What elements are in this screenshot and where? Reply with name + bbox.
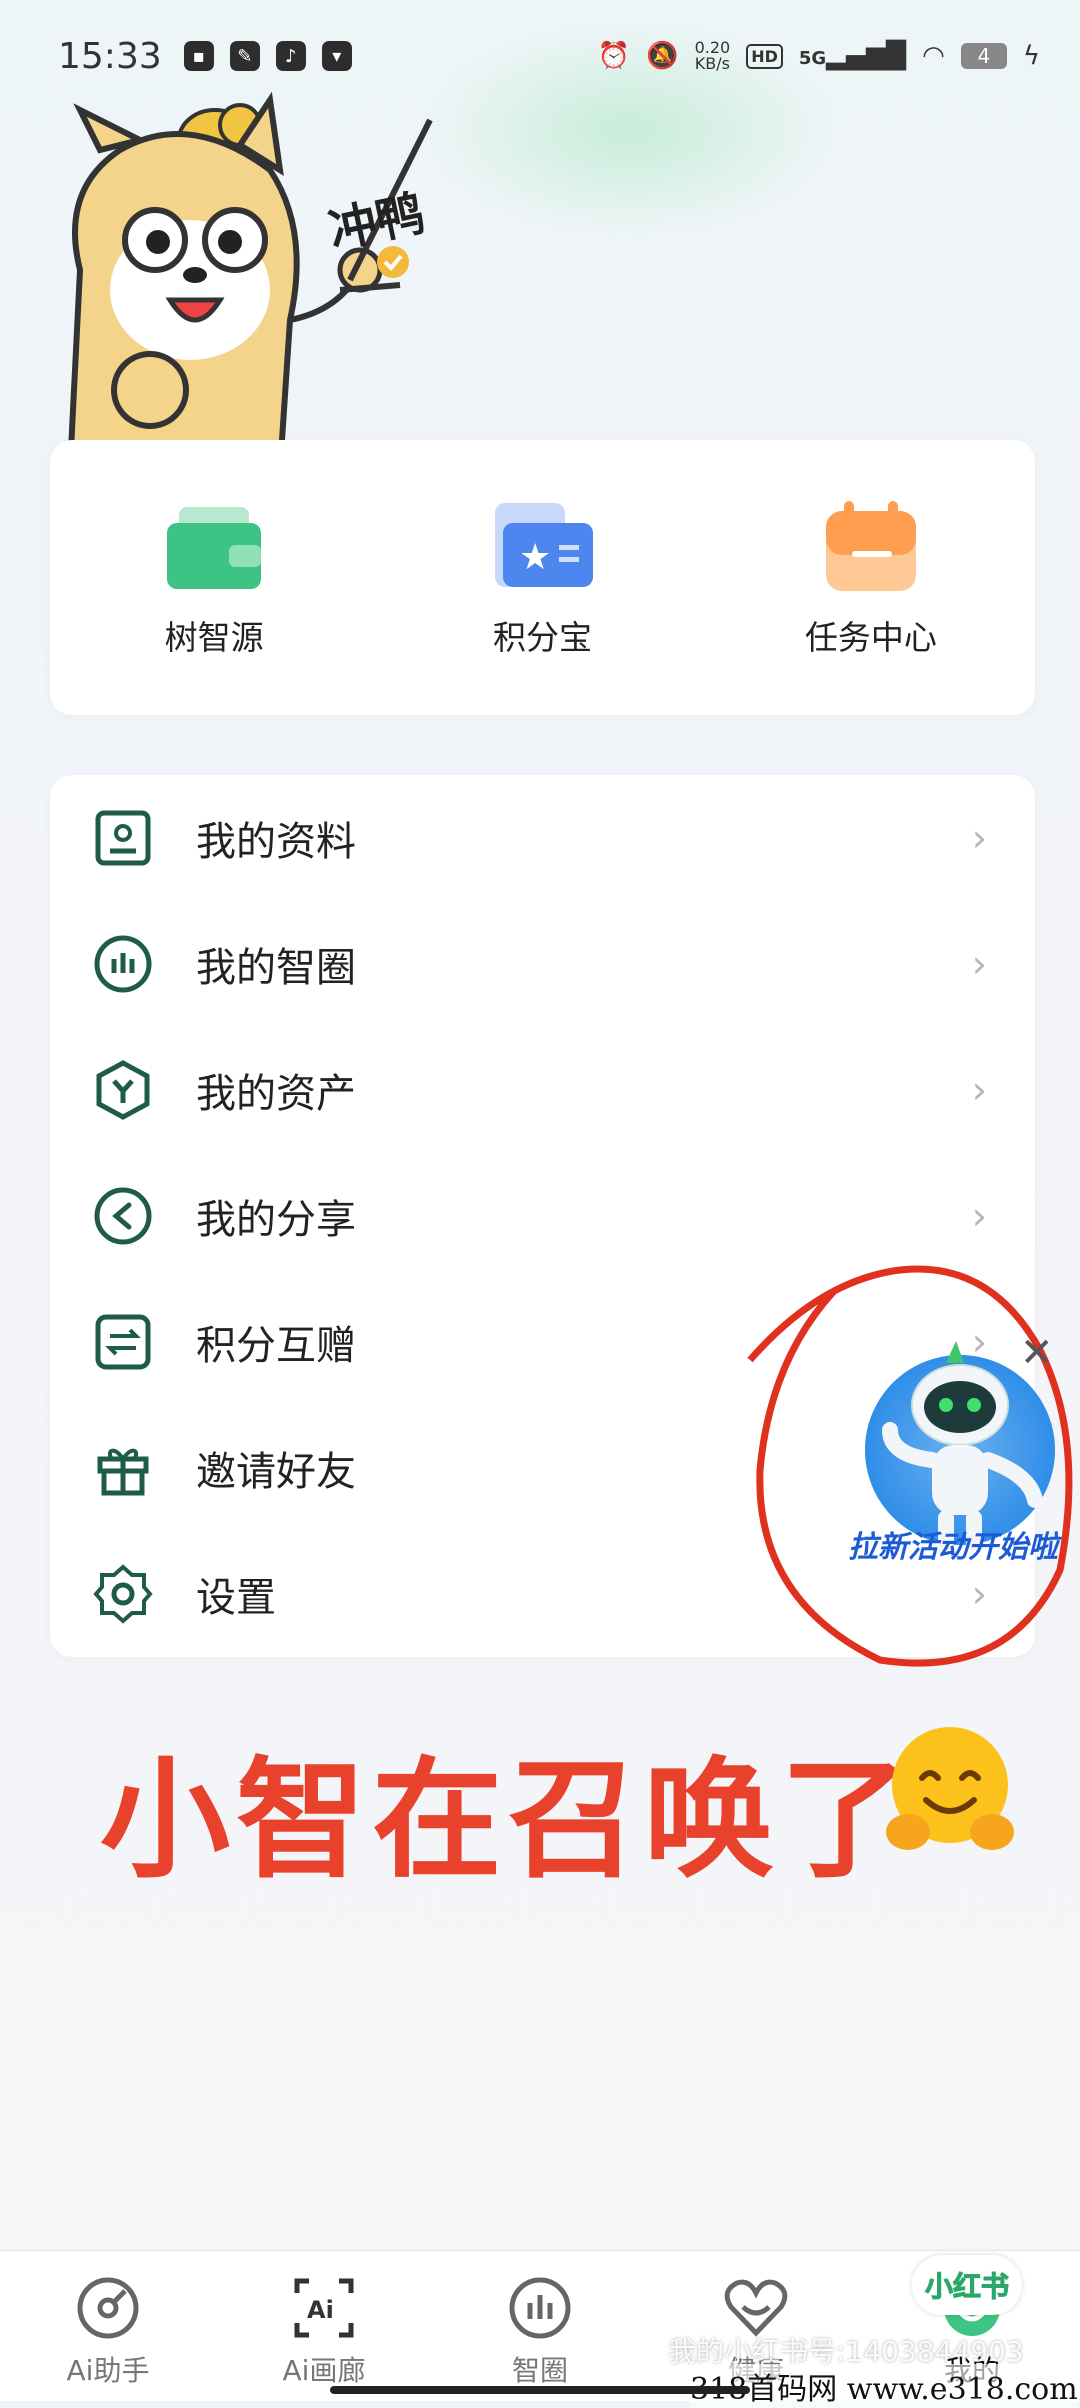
- transfer-icon: [95, 1314, 151, 1370]
- battery-icon: 4: [960, 43, 1007, 69]
- tab-label: 智圈: [511, 2354, 568, 2387]
- tab-label: Ai助手: [66, 2354, 150, 2387]
- alarm-icon: ⏰: [597, 41, 631, 71]
- quick-actions-card: 树智源 ★ 积分宝 任务中心: [50, 440, 1035, 715]
- menu-item-label: 积分互赠: [196, 1323, 356, 1369]
- share-icon: [94, 1187, 152, 1245]
- card-star-icon: ★: [495, 502, 594, 587]
- notification-message-icon: ▾: [321, 41, 352, 71]
- svg-text:★: ★: [519, 537, 551, 578]
- status-time: 15:33: [58, 35, 162, 77]
- hexagon-asset-icon: [96, 1060, 150, 1120]
- xiaohongshu-badge: 小红书: [912, 2255, 1022, 2315]
- menu-item-my-profile[interactable]: 我的资料 ›: [50, 775, 1035, 901]
- quick-action-label: 任务中心: [804, 617, 937, 657]
- hugging-face-emoji-icon: [886, 1727, 1014, 1850]
- ai-assistant-icon: [77, 2277, 139, 2339]
- signal-label: 5G: [798, 48, 827, 69]
- menu-item-label: 我的智圈: [196, 945, 356, 991]
- gift-icon: [97, 1448, 149, 1496]
- sticker-text: 冲鸭: [324, 185, 430, 260]
- tab-circle[interactable]: 智圈: [432, 2251, 648, 2401]
- chevron-right-icon: ›: [971, 942, 987, 986]
- status-bar: 15:33 ▪ ✎ ♪ ▾ ⏰ 🔕 0.20 KB/s HD 5G▂▄▆█ ◠ …: [58, 28, 1040, 84]
- battery-level: 4: [977, 44, 991, 68]
- net-speed: 0.20 KB/s: [695, 40, 731, 72]
- wallet-icon: [167, 506, 262, 589]
- quick-action-label: 树智源: [164, 617, 264, 657]
- caption-overlay: 小智在召唤了: [100, 1744, 917, 1896]
- home-indicator[interactable]: [330, 2386, 750, 2394]
- circle-bars-icon: [94, 935, 152, 993]
- profile-card-icon: [95, 810, 151, 866]
- chevron-right-icon: ›: [971, 1194, 987, 1238]
- menu-item-label: 我的资料: [196, 819, 356, 865]
- tab-label: Ai画廊: [282, 2354, 366, 2387]
- quick-action-task-center[interactable]: 任务中心: [707, 440, 1035, 715]
- circle-bars-icon: [509, 2277, 571, 2339]
- quick-action-points-treasure[interactable]: ★ 积分宝: [378, 440, 706, 715]
- promo-label[interactable]: 拉新活动开始啦: [848, 1522, 1058, 1566]
- quick-action-tree-source[interactable]: 树智源: [50, 440, 378, 715]
- gear-icon: [93, 1564, 153, 1624]
- mascot-dog-sticker: 冲鸭: [66, 91, 433, 470]
- close-promo-icon[interactable]: ✕: [1020, 1330, 1054, 1376]
- tab-ai-gallery[interactable]: Ai Ai画廊: [216, 2251, 432, 2401]
- menu-item-label: 我的资产: [196, 1071, 356, 1117]
- notification-app-icon: ▪: [183, 41, 214, 71]
- charging-icon: ϟ: [1022, 41, 1040, 71]
- chevron-right-icon: ›: [971, 1068, 987, 1112]
- svg-text:Ai: Ai: [307, 2296, 334, 2324]
- calendar-task-icon: [825, 500, 916, 591]
- menu-item-my-circle[interactable]: 我的智圈 ›: [50, 901, 1035, 1027]
- tiktok-icon: ♪: [275, 41, 306, 71]
- menu-item-label: 我的分享: [196, 1197, 356, 1243]
- menu-item-label: 邀请好友: [196, 1449, 356, 1495]
- ai-gallery-icon: Ai: [294, 2278, 354, 2338]
- menu-item-label: 设置: [196, 1575, 276, 1621]
- notification-leaf-icon: ✎: [229, 41, 260, 71]
- mute-icon: 🔕: [646, 41, 679, 71]
- chevron-right-icon: ›: [971, 816, 987, 860]
- hd-badge: HD: [746, 43, 783, 69]
- tab-ai-assistant[interactable]: Ai助手: [0, 2251, 216, 2401]
- menu-item-my-assets[interactable]: 我的资产 ›: [50, 1027, 1035, 1153]
- wifi-icon: ◠: [922, 41, 945, 71]
- signal-icon: 5G▂▄▆█: [798, 41, 907, 71]
- net-speed-unit: KB/s: [694, 54, 730, 73]
- quick-action-label: 积分宝: [492, 617, 592, 657]
